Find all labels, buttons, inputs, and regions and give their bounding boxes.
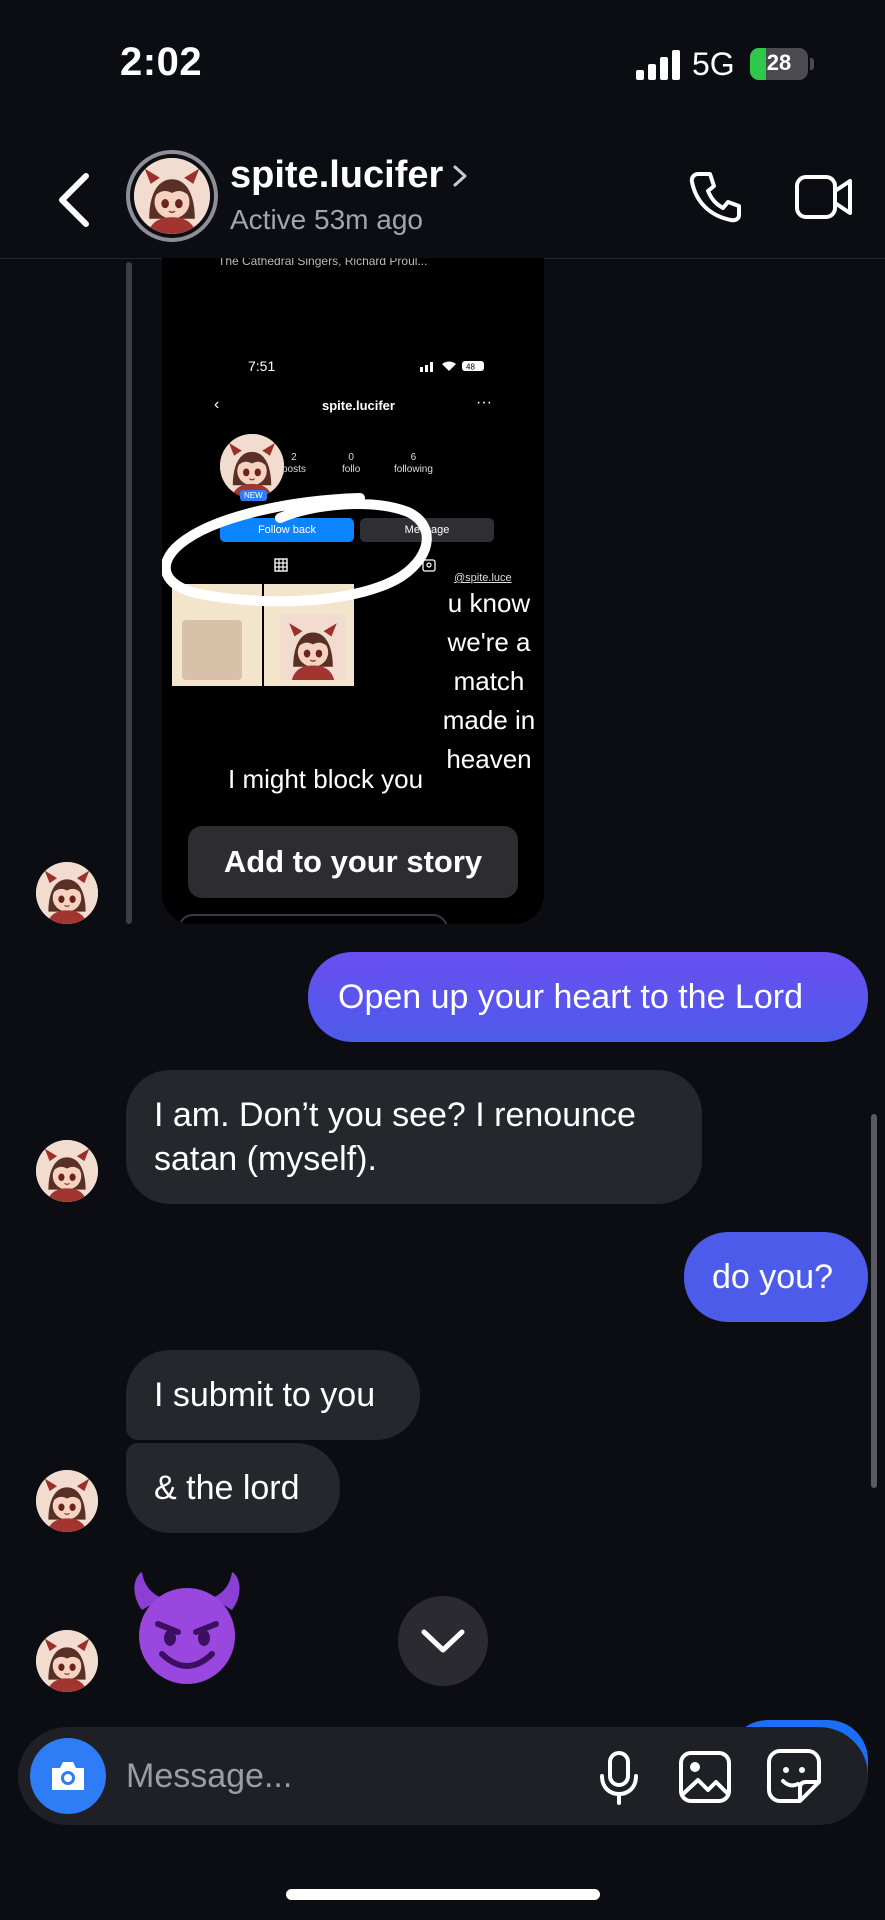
story-bottom-bar [178,914,448,924]
incoming-message-bubble[interactable]: & the lord [126,1443,340,1533]
microphone-icon[interactable] [596,1750,642,1806]
incoming-message-bubble[interactable]: I submit to you [126,1350,420,1440]
reply-indicator-line [126,262,132,924]
svg-text:48: 48 [466,363,475,372]
story-music-label: The Cathedral Singers, Richard Proul... [218,258,428,268]
phone-icon[interactable] [688,170,742,224]
message-input[interactable] [126,1752,566,1800]
story-post-image [280,614,346,680]
incoming-message-bubble[interactable]: I am. Don’t you see? I renounce satan (m… [126,1070,702,1204]
scrollbar[interactable] [871,1114,877,1488]
back-icon[interactable] [52,170,96,230]
story-back-icon: ‹ [214,396,220,413]
story-reply-card[interactable]: The Cathedral Singers, Richard Proul... … [162,258,544,924]
outgoing-message-bubble[interactable]: Open up your heart to the Lord [308,952,868,1042]
story-caption: I might block you [228,764,424,794]
camera-button[interactable] [30,1738,106,1814]
story-post-image [182,620,242,680]
battery-cap [810,58,814,70]
chat-header: spite.lucifer Active 53m ago [0,130,885,260]
outgoing-message-bubble[interactable]: do you? [684,1232,868,1322]
scroll-to-bottom-button[interactable] [398,1596,488,1686]
network-label: 5G [692,46,735,82]
story-drawing-circle [162,493,432,607]
video-camera-icon[interactable] [794,174,854,220]
battery-icon: 28 [750,48,808,80]
avatar [134,158,210,234]
story-profile-handle: spite.lucifer [322,398,395,413]
home-indicator[interactable] [286,1889,600,1900]
camera-icon [52,1762,84,1790]
story-more-icon: ··· [476,394,492,411]
story-status-icons: 48 [420,361,484,372]
status-time: 2:02 [120,40,203,84]
contact-name[interactable]: spite.lucifer [230,154,443,197]
sender-avatar [36,1470,98,1532]
active-status: Active 53m ago [230,204,423,235]
gallery-icon[interactable] [678,1750,732,1804]
battery-level: 28 [766,50,792,75]
story-time: 7:51 [248,358,276,374]
sticker-icon[interactable] [766,1748,822,1804]
chevron-right-icon[interactable] [452,164,468,188]
chevron-down-icon [421,1629,465,1653]
sender-avatar [36,1140,98,1202]
signal-icon [636,50,682,80]
sender-avatar [36,862,98,924]
smiling-devil-emoji[interactable] [128,1570,246,1688]
sender-avatar [36,1630,98,1692]
add-to-story-button[interactable]: Add to your story [188,826,518,898]
header-avatar[interactable] [126,150,218,242]
